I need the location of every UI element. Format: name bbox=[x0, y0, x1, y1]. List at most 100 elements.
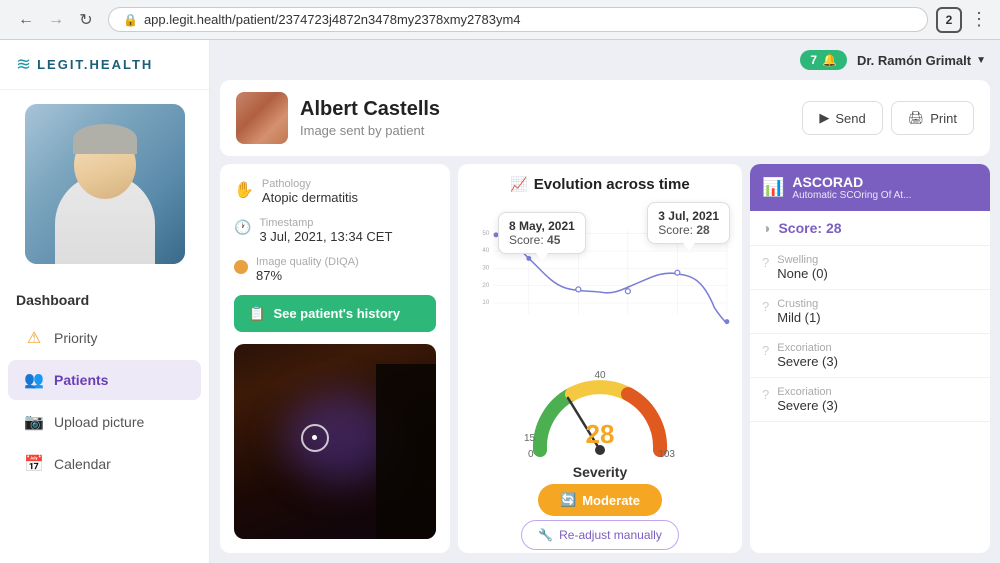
right-panel: 📊 ASCORAD Automatic SCOring Of At... ◑ S… bbox=[750, 164, 990, 553]
crusting-label: Crusting bbox=[777, 298, 820, 310]
send-icon: ▶ bbox=[819, 110, 829, 126]
crusting-help-icon: ? bbox=[762, 299, 769, 314]
header-actions: ▶ Send 🖨 Print bbox=[802, 101, 974, 135]
notification-count: 7 bbox=[810, 53, 817, 67]
menu-dots-icon[interactable]: ⋮ bbox=[970, 9, 988, 30]
history-button[interactable]: 📋 See patient's history bbox=[234, 295, 436, 332]
calendar-icon: 📅 bbox=[24, 454, 44, 474]
score-circle-icon: ◑ bbox=[762, 220, 770, 236]
notification-badge[interactable]: 7 🔔 bbox=[800, 50, 847, 70]
trend-icon: 📈 bbox=[510, 176, 527, 193]
clock-icon: 🕐 bbox=[234, 219, 251, 236]
logo-icon: ≋ bbox=[16, 54, 31, 75]
address-bar[interactable]: 🔒 app.legit.health/patient/2374723j4872n… bbox=[108, 7, 928, 32]
print-label: Print bbox=[930, 111, 957, 126]
timestamp-label: Timestamp bbox=[259, 217, 392, 229]
moderate-button[interactable]: 🔄 Moderate bbox=[538, 484, 662, 516]
timestamp-value: 3 Jul, 2021, 13:34 CET bbox=[259, 229, 392, 244]
pathology-info: Pathology Atopic dermatitis bbox=[262, 178, 358, 205]
quality-value: 87% bbox=[256, 268, 359, 283]
quality-info: Image quality (DIQA) 87% bbox=[256, 256, 359, 283]
crusting-info: Crusting Mild (1) bbox=[777, 298, 820, 325]
logo-text: LEGIT.HEALTH bbox=[37, 57, 153, 72]
print-icon: 🖨 bbox=[908, 110, 925, 126]
ascorad-item-swelling: ? Swelling None (0) bbox=[750, 246, 990, 290]
timestamp-info: Timestamp 3 Jul, 2021, 13:34 CET bbox=[259, 217, 392, 244]
main-content: 7 🔔 Dr. Ramón Grimalt ▼ Albert Castells … bbox=[210, 40, 1000, 563]
reload-button[interactable]: ↻ bbox=[72, 6, 100, 34]
send-button[interactable]: ▶ Send bbox=[802, 101, 882, 135]
ascorad-subtitle: Automatic SCOring Of At... bbox=[792, 190, 911, 201]
patient-name: Albert Castells bbox=[300, 98, 440, 121]
excoriation1-label: Excoriation bbox=[777, 342, 838, 354]
dashboard-heading: Dashboard bbox=[0, 286, 209, 316]
patients-icon: 👥 bbox=[24, 370, 44, 390]
nav-section: Dashboard ⚠ Priority 👥 Patients 📷 Upload… bbox=[0, 278, 209, 494]
chart-title: 📈 Evolution across time bbox=[470, 176, 730, 193]
readjust-icon: 🔧 bbox=[538, 528, 553, 542]
skin-circle-inner bbox=[312, 435, 317, 440]
tab-count-badge: 2 bbox=[936, 7, 962, 33]
doctor-name-btn[interactable]: Dr. Ramón Grimalt ▼ bbox=[857, 53, 986, 68]
ascorad-item-crusting: ? Crusting Mild (1) bbox=[750, 290, 990, 334]
gauge-label-103: 103 bbox=[658, 449, 675, 460]
back-button[interactable]: ← bbox=[12, 6, 40, 34]
timestamp-row: 🕐 Timestamp 3 Jul, 2021, 13:34 CET bbox=[234, 217, 436, 244]
history-button-label: See patient's history bbox=[273, 306, 400, 321]
quality-dot-icon bbox=[234, 260, 248, 274]
skin-image-container bbox=[234, 344, 436, 539]
svg-text:30: 30 bbox=[482, 265, 489, 272]
doctor-hair bbox=[73, 124, 137, 154]
history-icon: 📋 bbox=[248, 305, 265, 322]
gauge-container: 0 15 40 103 28 bbox=[520, 370, 680, 460]
bell-icon: 🔔 bbox=[822, 53, 837, 67]
send-label: Send bbox=[835, 111, 865, 126]
patient-text-info: Albert Castells Image sent by patient bbox=[300, 98, 440, 138]
excoriation2-help-icon: ? bbox=[762, 387, 769, 402]
pathology-value: Atopic dermatitis bbox=[262, 190, 358, 205]
gauge-score-number: 28 bbox=[586, 419, 615, 450]
patient-info: Albert Castells Image sent by patient bbox=[236, 92, 440, 144]
doctor-name-text: Dr. Ramón Grimalt bbox=[857, 53, 971, 68]
patient-subtitle: Image sent by patient bbox=[300, 123, 440, 138]
swelling-info: Swelling None (0) bbox=[777, 254, 828, 281]
excoriation1-info: Excoriation Severe (3) bbox=[777, 342, 838, 369]
sidebar-item-priority-label: Priority bbox=[54, 330, 98, 346]
print-button[interactable]: 🖨 Print bbox=[891, 101, 974, 135]
chart-tooltip-left: 8 May, 2021 Score: 45 bbox=[498, 212, 586, 254]
forward-button[interactable]: → bbox=[42, 6, 70, 34]
browser-chrome: ← → ↻ 🔒 app.legit.health/patient/2374723… bbox=[0, 0, 1000, 40]
excoriation1-help-icon: ? bbox=[762, 343, 769, 358]
sidebar-item-upload[interactable]: 📷 Upload picture bbox=[8, 402, 201, 442]
readjust-button[interactable]: 🔧 Re-adjust manually bbox=[521, 520, 679, 550]
chart-area: 8 May, 2021 Score: 45 3 Jul, 2021 Score:… bbox=[470, 197, 730, 362]
upload-icon: 📷 bbox=[24, 412, 44, 432]
skin-hair-element bbox=[376, 364, 436, 540]
gauge-label-40: 40 bbox=[594, 370, 605, 381]
priority-icon: ⚠ bbox=[24, 328, 44, 348]
sidebar-item-calendar[interactable]: 📅 Calendar bbox=[8, 444, 201, 484]
tooltip-right-arrow bbox=[683, 243, 695, 251]
tooltip-right-score: Score: 28 bbox=[658, 223, 719, 237]
swelling-value: None (0) bbox=[777, 266, 828, 281]
patient-thumbnail bbox=[236, 92, 288, 144]
svg-text:20: 20 bbox=[482, 282, 489, 289]
ascorad-header: 📊 ASCORAD Automatic SCOring Of At... bbox=[750, 164, 990, 211]
sidebar-item-priority[interactable]: ⚠ Priority bbox=[8, 318, 201, 358]
sidebar-item-calendar-label: Calendar bbox=[54, 456, 111, 472]
ascorad-title-area: ASCORAD Automatic SCOring Of At... bbox=[792, 174, 911, 201]
tooltip-right-date: 3 Jul, 2021 bbox=[658, 209, 719, 223]
chevron-down-icon: ▼ bbox=[976, 55, 986, 66]
svg-text:50: 50 bbox=[482, 230, 489, 237]
url-text: app.legit.health/patient/2374723j4872n34… bbox=[144, 12, 521, 27]
quality-row: Image quality (DIQA) 87% bbox=[234, 256, 436, 283]
ascorad-title: ASCORAD bbox=[792, 174, 911, 190]
browser-nav: ← → ↻ bbox=[12, 6, 100, 34]
patient-header-card: Albert Castells Image sent by patient ▶ … bbox=[220, 80, 990, 156]
severity-label: Severity bbox=[573, 464, 627, 480]
ascorad-item-excoriation2: ? Excoriation Severe (3) bbox=[750, 378, 990, 422]
sidebar-item-patients[interactable]: 👥 Patients bbox=[8, 360, 201, 400]
ascorad-icon: 📊 bbox=[762, 177, 784, 198]
excoriation2-value: Severe (3) bbox=[777, 398, 838, 413]
swelling-label: Swelling bbox=[777, 254, 828, 266]
